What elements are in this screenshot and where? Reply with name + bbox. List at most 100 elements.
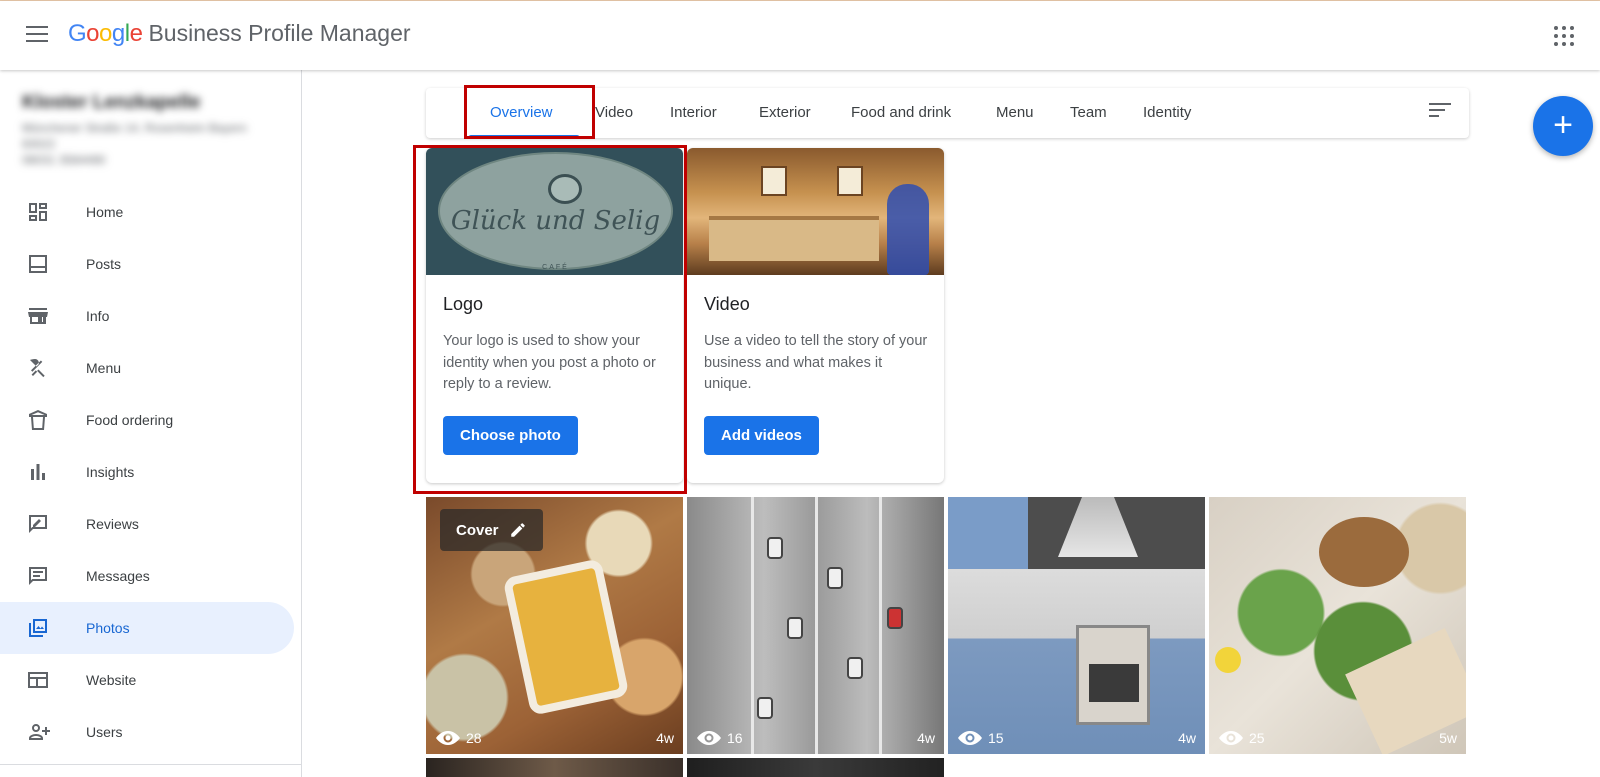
cabinet-shape bbox=[948, 497, 1028, 569]
tab-interior[interactable]: Interior bbox=[670, 88, 717, 138]
sidebar-item-label: Website bbox=[86, 672, 137, 688]
main-menu-icon[interactable] bbox=[26, 26, 48, 44]
lane-shape bbox=[751, 497, 754, 754]
car-shape bbox=[757, 697, 773, 719]
sidebar-item-reviews[interactable]: Reviews bbox=[0, 498, 294, 550]
logo-oval: Glück und Selig CAFÉ bbox=[438, 152, 673, 271]
sidebar-item-label: Posts bbox=[86, 256, 122, 272]
eye-icon bbox=[436, 731, 460, 745]
photo-tile-partial[interactable] bbox=[687, 758, 944, 777]
address-line-1: Münchener Straße 14, Rosenheim Bayern bbox=[22, 121, 247, 135]
sidebar-item-photos[interactable]: Photos bbox=[0, 602, 294, 654]
lane-shape bbox=[815, 497, 818, 754]
car-shape bbox=[767, 537, 783, 559]
sidebar: Kloster Lenzkapelle Münchener Straße 14,… bbox=[0, 70, 302, 777]
dashboard-icon bbox=[29, 203, 47, 221]
sidebar-item-info[interactable]: Info bbox=[0, 290, 294, 342]
photo-views: 25 bbox=[1219, 730, 1265, 746]
eye-icon bbox=[697, 731, 721, 745]
sidebar-item-label: Menu bbox=[86, 360, 122, 376]
photo-age: 5w bbox=[1439, 730, 1457, 746]
tab-video[interactable]: Video bbox=[595, 88, 633, 138]
lemon-shape bbox=[1215, 647, 1241, 673]
photo-views: 15 bbox=[958, 730, 1004, 746]
photo-age: 4w bbox=[1178, 730, 1196, 746]
sidebar-nav: Home Posts Info Menu Food ordering Insig… bbox=[0, 186, 302, 758]
photo-tile[interactable]: Cover 28 4w bbox=[426, 497, 683, 754]
logo-letter: e bbox=[129, 20, 143, 47]
car-shape bbox=[827, 567, 843, 589]
business-phone: 08031 3584490 bbox=[22, 153, 106, 167]
tab-overview[interactable]: Overview bbox=[490, 88, 553, 138]
tab-food-and-drink[interactable]: Food and drink bbox=[851, 88, 951, 138]
tab-menu[interactable]: Menu bbox=[996, 88, 1034, 138]
add-photo-fab[interactable]: + bbox=[1533, 96, 1593, 156]
address-line-2: 83022 bbox=[22, 137, 56, 151]
eye-icon bbox=[958, 731, 982, 745]
tab-exterior[interactable]: Exterior bbox=[759, 88, 811, 138]
storefront-icon bbox=[28, 308, 48, 324]
counter-shape bbox=[709, 216, 879, 261]
business-name: Kloster Lenzkapelle bbox=[22, 92, 201, 113]
sidebar-item-label: Home bbox=[86, 204, 124, 220]
video-thumbnail[interactable] bbox=[687, 148, 944, 275]
app-header: Google Business Profile Manager bbox=[0, 1, 1600, 70]
edit-pencil-icon bbox=[510, 523, 525, 537]
sidebar-item-website[interactable]: Website bbox=[0, 654, 294, 706]
logo-card-description: Your logo is used to show your identity … bbox=[443, 333, 656, 392]
sidebar-divider bbox=[0, 764, 302, 765]
sort-icon[interactable] bbox=[1429, 103, 1451, 121]
lane-shape bbox=[879, 497, 882, 754]
cover-chip[interactable]: Cover bbox=[440, 509, 543, 551]
review-icon bbox=[29, 515, 47, 533]
apps-grid-icon[interactable] bbox=[1554, 26, 1574, 46]
bowl-shape bbox=[1319, 517, 1409, 587]
logo-thumbnail[interactable]: Glück und Selig CAFÉ bbox=[426, 148, 683, 275]
view-count: 25 bbox=[1249, 730, 1265, 746]
logo-brand-sub: CAFÉ bbox=[542, 264, 569, 271]
product-logo[interactable]: Google Business Profile Manager bbox=[68, 20, 411, 48]
sidebar-item-label: Insights bbox=[86, 464, 135, 480]
logo-brand-text: Glück und Selig bbox=[450, 206, 661, 236]
choose-photo-button[interactable]: Choose photo bbox=[443, 416, 578, 455]
car-shape bbox=[847, 657, 863, 679]
bus-shape bbox=[887, 607, 903, 629]
photo-tile[interactable]: 25 5w bbox=[1209, 497, 1466, 754]
web-icon bbox=[28, 672, 48, 688]
message-icon bbox=[29, 567, 47, 585]
window-shape bbox=[837, 166, 863, 196]
stove-shape bbox=[1076, 625, 1150, 725]
photo-tile[interactable]: 15 4w bbox=[948, 497, 1205, 754]
photo-tile-partial[interactable] bbox=[426, 758, 683, 777]
photo-views: 28 bbox=[436, 730, 482, 746]
sidebar-item-menu[interactable]: Menu bbox=[0, 342, 294, 394]
sidebar-item-food-ordering[interactable]: Food ordering bbox=[0, 394, 294, 446]
posts-icon bbox=[29, 255, 47, 273]
sidebar-item-label: Messages bbox=[86, 568, 150, 584]
add-videos-button[interactable]: Add videos bbox=[704, 416, 819, 455]
sidebar-item-label: Users bbox=[86, 724, 123, 740]
sidebar-item-label: Reviews bbox=[86, 516, 139, 532]
photo-views: 16 bbox=[697, 730, 743, 746]
google-wordmark: Google bbox=[68, 20, 143, 48]
view-count: 15 bbox=[988, 730, 1004, 746]
person-shape bbox=[887, 184, 929, 275]
range-hood-shape bbox=[1058, 497, 1138, 557]
sidebar-item-insights[interactable]: Insights bbox=[0, 446, 294, 498]
logo-letter: o bbox=[86, 20, 100, 47]
logo-card-title: Logo bbox=[443, 294, 484, 314]
business-info: Kloster Lenzkapelle Münchener Straße 14,… bbox=[22, 92, 292, 168]
sidebar-item-users[interactable]: Users bbox=[0, 706, 294, 758]
photo-library-icon bbox=[29, 619, 47, 637]
photo-tile[interactable]: 16 4w bbox=[687, 497, 944, 754]
sidebar-item-home[interactable]: Home bbox=[0, 186, 294, 238]
person-add-icon bbox=[29, 724, 50, 740]
dish-shape bbox=[502, 558, 630, 716]
logo-letter: G bbox=[68, 20, 87, 47]
tab-identity[interactable]: Identity bbox=[1143, 88, 1191, 138]
sidebar-item-label: Food ordering bbox=[86, 412, 174, 428]
sidebar-item-posts[interactable]: Posts bbox=[0, 238, 294, 290]
tab-team[interactable]: Team bbox=[1070, 88, 1107, 138]
business-address: Münchener Straße 14, Rosenheim Bayern 83… bbox=[22, 120, 292, 168]
sidebar-item-messages[interactable]: Messages bbox=[0, 550, 294, 602]
